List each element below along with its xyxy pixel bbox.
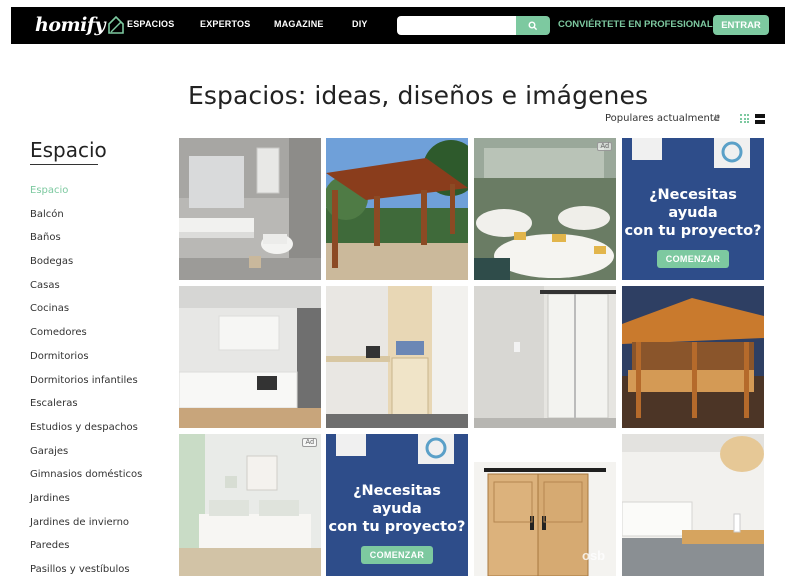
search-button[interactable]: [516, 16, 550, 35]
search-input[interactable]: [397, 16, 516, 35]
sidebar-item-banos[interactable]: Baños: [30, 232, 142, 256]
start-button[interactable]: COMENZAR: [361, 546, 433, 564]
nav-espacios[interactable]: ESPACIOS: [127, 19, 174, 29]
sidebar-item-escaleras[interactable]: Escaleras: [30, 398, 142, 422]
sidebar-item-dormitorios[interactable]: Dormitorios: [30, 351, 142, 375]
promo-tile[interactable]: ¿Necesitas ayuda con tu proyecto? COMENZ…: [622, 138, 764, 280]
sort-chevron-icon[interactable]: ⇵: [713, 113, 721, 124]
ad-badge: Ad: [302, 438, 317, 447]
sidebar-divider: [30, 164, 98, 165]
photo-tile-dining-kitchen[interactable]: [622, 434, 764, 576]
sidebar-category-list: Espacio Balcón Baños Bodegas Casas Cocin…: [30, 185, 142, 577]
door-brand-watermark: osb: [582, 548, 606, 563]
sidebar-item-bodegas[interactable]: Bodegas: [30, 256, 142, 280]
photo-tile-pergola[interactable]: [326, 138, 468, 280]
photo-tile-gazebo[interactable]: [622, 286, 764, 428]
nav-expertos[interactable]: EXPERTOS: [200, 19, 250, 29]
homify-logo[interactable]: homify: [35, 11, 125, 39]
sidebar-item-paredes[interactable]: Paredes: [30, 540, 142, 564]
sidebar-title: Espacio: [30, 138, 107, 162]
promo-heading: ¿Necesitas ayuda con tu proyecto?: [624, 187, 762, 239]
promo-tile[interactable]: ¿Necesitas ayuda con tu proyecto? COMENZ…: [326, 434, 468, 576]
search-icon: [528, 21, 538, 30]
nav-diy[interactable]: DIY: [352, 19, 368, 29]
top-navbar: homify ESPACIOS EXPERTOS MAGAZINE DIY CO…: [11, 7, 785, 44]
grid-view-icon[interactable]: [740, 114, 749, 123]
sidebar-item-gimnasios[interactable]: Gimnasios domésticos: [30, 469, 142, 493]
page-title: Espacios: ideas, diseños e imágenes: [188, 81, 649, 110]
house-logo-icon: [108, 15, 124, 34]
photo-tile-kitchen[interactable]: [179, 286, 321, 428]
sidebar-item-estudios-despachos[interactable]: Estudios y despachos: [30, 422, 142, 446]
sort-dropdown[interactable]: Populares actualmente: [605, 113, 720, 124]
photo-tile-barn-door[interactable]: osb: [474, 434, 616, 576]
sidebar-item-jardines-invierno[interactable]: Jardines de invierno: [30, 517, 142, 541]
sidebar-item-espacio[interactable]: Espacio: [30, 185, 142, 209]
start-button[interactable]: COMENZAR: [657, 250, 729, 268]
sidebar-item-balcon[interactable]: Balcón: [30, 209, 142, 233]
become-professional-link[interactable]: CONVIÉRTETE EN PROFESIONAL: [558, 19, 713, 30]
login-button[interactable]: ENTRAR: [713, 15, 769, 35]
promo-heading: ¿Necesitas ayuda con tu proyecto?: [328, 483, 466, 535]
sidebar-item-pasillos[interactable]: Pasillos y vestíbulos: [30, 564, 142, 577]
photo-tile-restaurant[interactable]: Ad: [474, 138, 616, 280]
photo-tile-bedroom[interactable]: Ad: [179, 434, 321, 576]
photo-tile-sliding-door[interactable]: [474, 286, 616, 428]
sidebar-item-garajes[interactable]: Garajes: [30, 446, 142, 470]
list-view-icon[interactable]: [755, 114, 765, 124]
sidebar-item-comedores[interactable]: Comedores: [30, 327, 142, 351]
ad-badge: Ad: [597, 142, 612, 151]
photo-tile-bathroom[interactable]: [179, 138, 321, 280]
sidebar-item-cocinas[interactable]: Cocinas: [30, 303, 142, 327]
sidebar-item-casas[interactable]: Casas: [30, 280, 142, 304]
photo-tile-study[interactable]: [326, 286, 468, 428]
sidebar-item-jardines[interactable]: Jardines: [30, 493, 142, 517]
sidebar-item-dormitorios-infantiles[interactable]: Dormitorios infantiles: [30, 375, 142, 399]
nav-magazine[interactable]: MAGAZINE: [274, 19, 324, 29]
